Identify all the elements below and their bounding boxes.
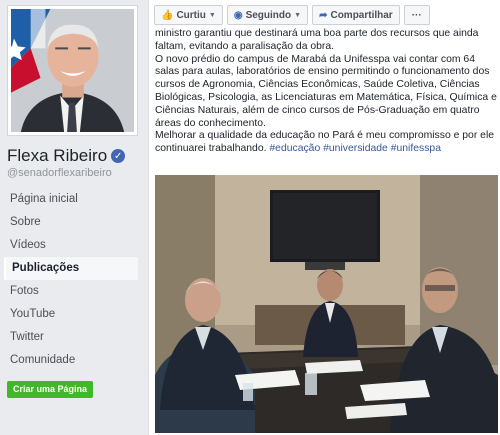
following-label: Seguindo bbox=[245, 9, 292, 21]
page-name-text[interactable]: Flexa Ribeiro bbox=[7, 146, 107, 166]
post-paragraph-1: ministro garantiu que destinará uma boa … bbox=[155, 28, 479, 52]
post-text: ministro garantiu que destinará uma boa … bbox=[155, 28, 499, 156]
sidebar-item-community[interactable]: Comunidade bbox=[4, 349, 138, 372]
share-label: Compartilhar bbox=[330, 9, 393, 21]
profile-portrait bbox=[11, 9, 134, 132]
share-arrow-icon: ➦ bbox=[319, 9, 328, 21]
like-button[interactable]: 👍 Curtiu ▼ bbox=[154, 5, 223, 25]
page-username[interactable]: @senadorflexaribeiro bbox=[7, 167, 112, 179]
hashtag-educacao[interactable]: #educação bbox=[269, 143, 320, 154]
sidebar-item-posts[interactable]: Publicações bbox=[4, 257, 138, 280]
post-card: 👍 Curtiu ▼ ◉ Seguindo ▼ ➦ Compartilhar ·… bbox=[148, 0, 500, 435]
share-button[interactable]: ➦ Compartilhar bbox=[312, 5, 400, 25]
like-label: Curtiu bbox=[176, 9, 206, 21]
sidebar-item-twitter[interactable]: Twitter bbox=[4, 326, 138, 349]
page-action-bar: 👍 Curtiu ▼ ◉ Seguindo ▼ ➦ Compartilhar ·… bbox=[154, 5, 430, 25]
sidebar-item-photos[interactable]: Fotos bbox=[4, 280, 138, 303]
sidebar-item-videos[interactable]: Vídeos bbox=[4, 234, 138, 257]
hashtag-unifesspa[interactable]: #unifesspa bbox=[391, 143, 441, 154]
left-sidebar: Flexa Ribeiro ✓ @senadorflexaribeiro Pág… bbox=[0, 0, 148, 435]
post-photo[interactable] bbox=[155, 175, 498, 433]
more-options-button[interactable]: ··· bbox=[403, 5, 430, 25]
page-title[interactable]: Flexa Ribeiro ✓ bbox=[7, 146, 126, 166]
chevron-down-icon: ▼ bbox=[294, 11, 302, 19]
verified-check-icon: ✓ bbox=[111, 149, 126, 163]
sidebar-item-youtube[interactable]: YouTube bbox=[4, 303, 138, 326]
thumbs-up-icon: 👍 bbox=[161, 9, 174, 21]
chevron-down-icon: ▼ bbox=[208, 11, 216, 19]
create-page-button[interactable]: Criar uma Página bbox=[7, 381, 94, 398]
following-button[interactable]: ◉ Seguindo ▼ bbox=[226, 5, 309, 25]
post-paragraph-3: Melhorar a qualidade da educação no Pará… bbox=[155, 130, 499, 156]
sidebar-item-about[interactable]: Sobre bbox=[4, 211, 138, 234]
hashtag-universidade[interactable]: #universidade bbox=[323, 143, 388, 154]
rss-icon: ◉ bbox=[233, 9, 243, 21]
facebook-page: Flexa Ribeiro ✓ @senadorflexaribeiro Pág… bbox=[0, 0, 500, 435]
profile-picture[interactable] bbox=[7, 5, 138, 136]
sidebar-item-home[interactable]: Página inicial bbox=[4, 188, 138, 211]
post-paragraph-2: O novo prédio do campus de Marabá da Uni… bbox=[155, 53, 497, 129]
meeting-photo bbox=[155, 175, 498, 433]
sidebar-nav: Página inicial Sobre Vídeos Publicações … bbox=[4, 188, 138, 372]
